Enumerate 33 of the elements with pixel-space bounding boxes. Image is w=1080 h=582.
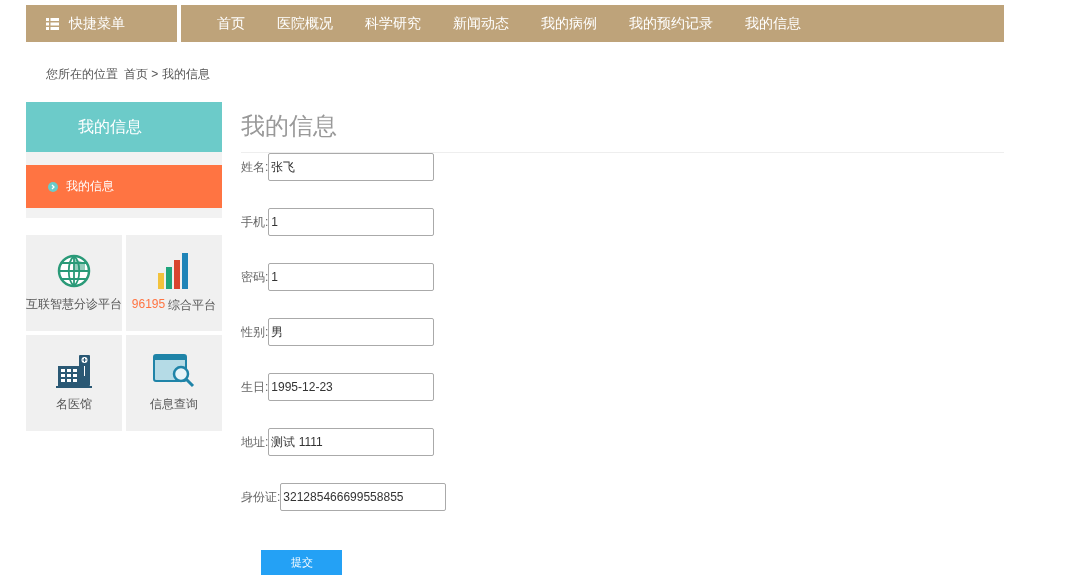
field-label: 性别:	[241, 323, 269, 341]
tile-label: 互联智慧分诊平台	[26, 295, 122, 313]
input-field[interactable]: 1	[268, 208, 435, 236]
field-label: 姓名:	[241, 158, 269, 176]
breadcrumb-prefix: 您所在的位置	[46, 66, 118, 78]
field-label: 地址:	[241, 433, 269, 451]
input-field[interactable]: 张飞	[268, 153, 435, 181]
menu-icon	[46, 17, 59, 30]
shortcut-tile[interactable]: 互联智慧分诊平台	[26, 235, 122, 331]
hospital-icon	[56, 353, 92, 388]
input-field[interactable]: 1	[268, 263, 435, 291]
field-label: 密码:	[241, 268, 269, 286]
input-field[interactable]: 1995-12-23	[268, 373, 435, 401]
sidebar-title: 我的信息	[26, 102, 222, 152]
hotline-number: 96195	[131, 296, 166, 313]
search-window-icon	[153, 353, 195, 388]
input-field[interactable]: 测试 1111	[268, 428, 435, 456]
shortcut-tile[interactable]: 信息查询	[126, 335, 222, 431]
quick-menu-label: 快捷菜单	[69, 14, 125, 33]
shortcut-tile[interactable]: 名医馆	[26, 335, 122, 431]
breadcrumb-path: 首页 > 我的信息	[124, 66, 210, 78]
globe-icon	[57, 253, 91, 288]
tile-label: 名医馆	[56, 395, 92, 413]
tile-label: 信息查询	[150, 395, 198, 413]
input-field[interactable]: 321285466699558855	[280, 483, 447, 511]
field-label: 生日:	[241, 378, 269, 396]
input-field[interactable]: 男	[268, 318, 435, 346]
chevron-icon	[48, 181, 58, 192]
tile-label: 综合平台	[168, 296, 217, 314]
shortcut-tile[interactable]: 96195 综合平台	[126, 235, 222, 331]
field-label: 手机:	[241, 213, 269, 231]
bar-chart-icon	[157, 252, 191, 289]
field-label: 身份证:	[241, 488, 281, 506]
